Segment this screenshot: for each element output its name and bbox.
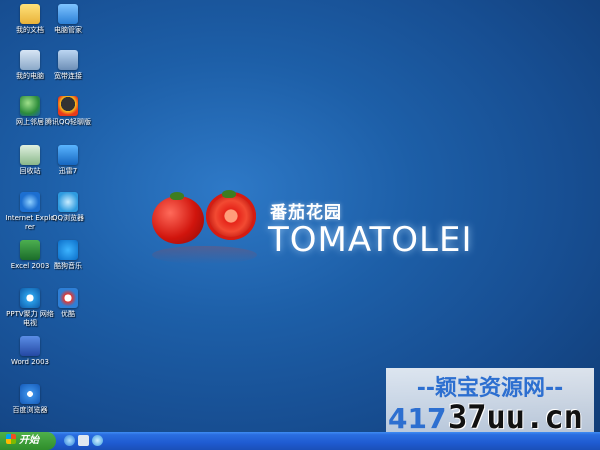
desktop-icon-label: QQ浏览器 bbox=[51, 214, 85, 222]
quicklaunch-ie-icon[interactable] bbox=[64, 435, 75, 446]
ie-icon bbox=[20, 192, 40, 212]
watermark: --颖宝资源网-- 417 37uu.cn bbox=[386, 368, 594, 436]
desktop-icon-label: 迅雷7 bbox=[58, 167, 78, 175]
network-icon bbox=[58, 50, 78, 70]
start-label: 开始 bbox=[19, 435, 39, 446]
computer-icon bbox=[20, 50, 40, 70]
baidu-browser-icon bbox=[20, 384, 40, 404]
folder-icon bbox=[20, 4, 40, 24]
desktop-icon-word[interactable]: Word 2003 bbox=[4, 336, 56, 367]
desktop-icon-broadband[interactable]: 宽带连接 bbox=[42, 50, 94, 81]
desktop-icon-label: 优酷 bbox=[61, 310, 75, 318]
desktop-icon-label: 酷狗音乐 bbox=[54, 262, 82, 270]
tomato-whole-icon bbox=[152, 196, 204, 244]
desktop-icon-label: 宽带连接 bbox=[54, 72, 82, 80]
excel-icon bbox=[20, 240, 40, 260]
word-icon bbox=[20, 336, 40, 356]
taskbar: 开始 bbox=[0, 432, 600, 450]
tomato-sliced-icon bbox=[206, 192, 256, 240]
youku-icon bbox=[58, 288, 78, 308]
wallpaper-brand-en: TOMATOLEI bbox=[268, 220, 473, 260]
xunlei-icon bbox=[58, 145, 78, 165]
pptv-icon bbox=[20, 288, 40, 308]
desktop-icon-label: 电脑管家 bbox=[54, 26, 82, 34]
network-places-icon bbox=[20, 96, 40, 116]
tomato-stem-icon bbox=[170, 192, 184, 200]
kugou-icon bbox=[58, 240, 78, 260]
desktop-icon-xunlei[interactable]: 迅雷7 bbox=[42, 145, 94, 176]
windows-flag-icon bbox=[6, 434, 16, 444]
desktop-icon-pc-manager[interactable]: 电脑管家 bbox=[42, 4, 94, 35]
desktop-icon-qq[interactable]: 腾讯QQ轻聊版 bbox=[42, 96, 94, 127]
recycle-bin-icon bbox=[20, 145, 40, 165]
watermark-number: 417 bbox=[388, 402, 447, 435]
desktop-icon-kugou[interactable]: 酷狗音乐 bbox=[42, 240, 94, 271]
desktop: 我的文档 电脑管家 我的电脑 宽带连接 网上邻居 腾讯QQ轻聊版 回收站 迅雷7… bbox=[0, 0, 600, 436]
tomato-reflection bbox=[152, 246, 257, 264]
desktop-icon-label: 百度浏览器 bbox=[12, 406, 48, 414]
qq-browser-icon bbox=[58, 192, 78, 212]
tomato-stem-icon bbox=[222, 190, 236, 198]
start-button[interactable]: 开始 bbox=[0, 432, 56, 450]
desktop-icon-label: 腾讯QQ轻聊版 bbox=[44, 118, 92, 126]
desktop-icon-label: Word 2003 bbox=[10, 358, 50, 366]
quicklaunch-show-desktop-icon[interactable] bbox=[78, 435, 89, 446]
watermark-url: 37uu.cn bbox=[448, 398, 583, 436]
desktop-icon-youku[interactable]: 优酷 bbox=[42, 288, 94, 319]
desktop-icon-qq-browser[interactable]: QQ浏览器 bbox=[42, 192, 94, 223]
desktop-icon-baidu-browser[interactable]: 百度浏览器 bbox=[4, 384, 56, 415]
shield-icon bbox=[58, 4, 78, 24]
qq-icon bbox=[58, 96, 78, 116]
quicklaunch-media-icon[interactable] bbox=[92, 435, 103, 446]
